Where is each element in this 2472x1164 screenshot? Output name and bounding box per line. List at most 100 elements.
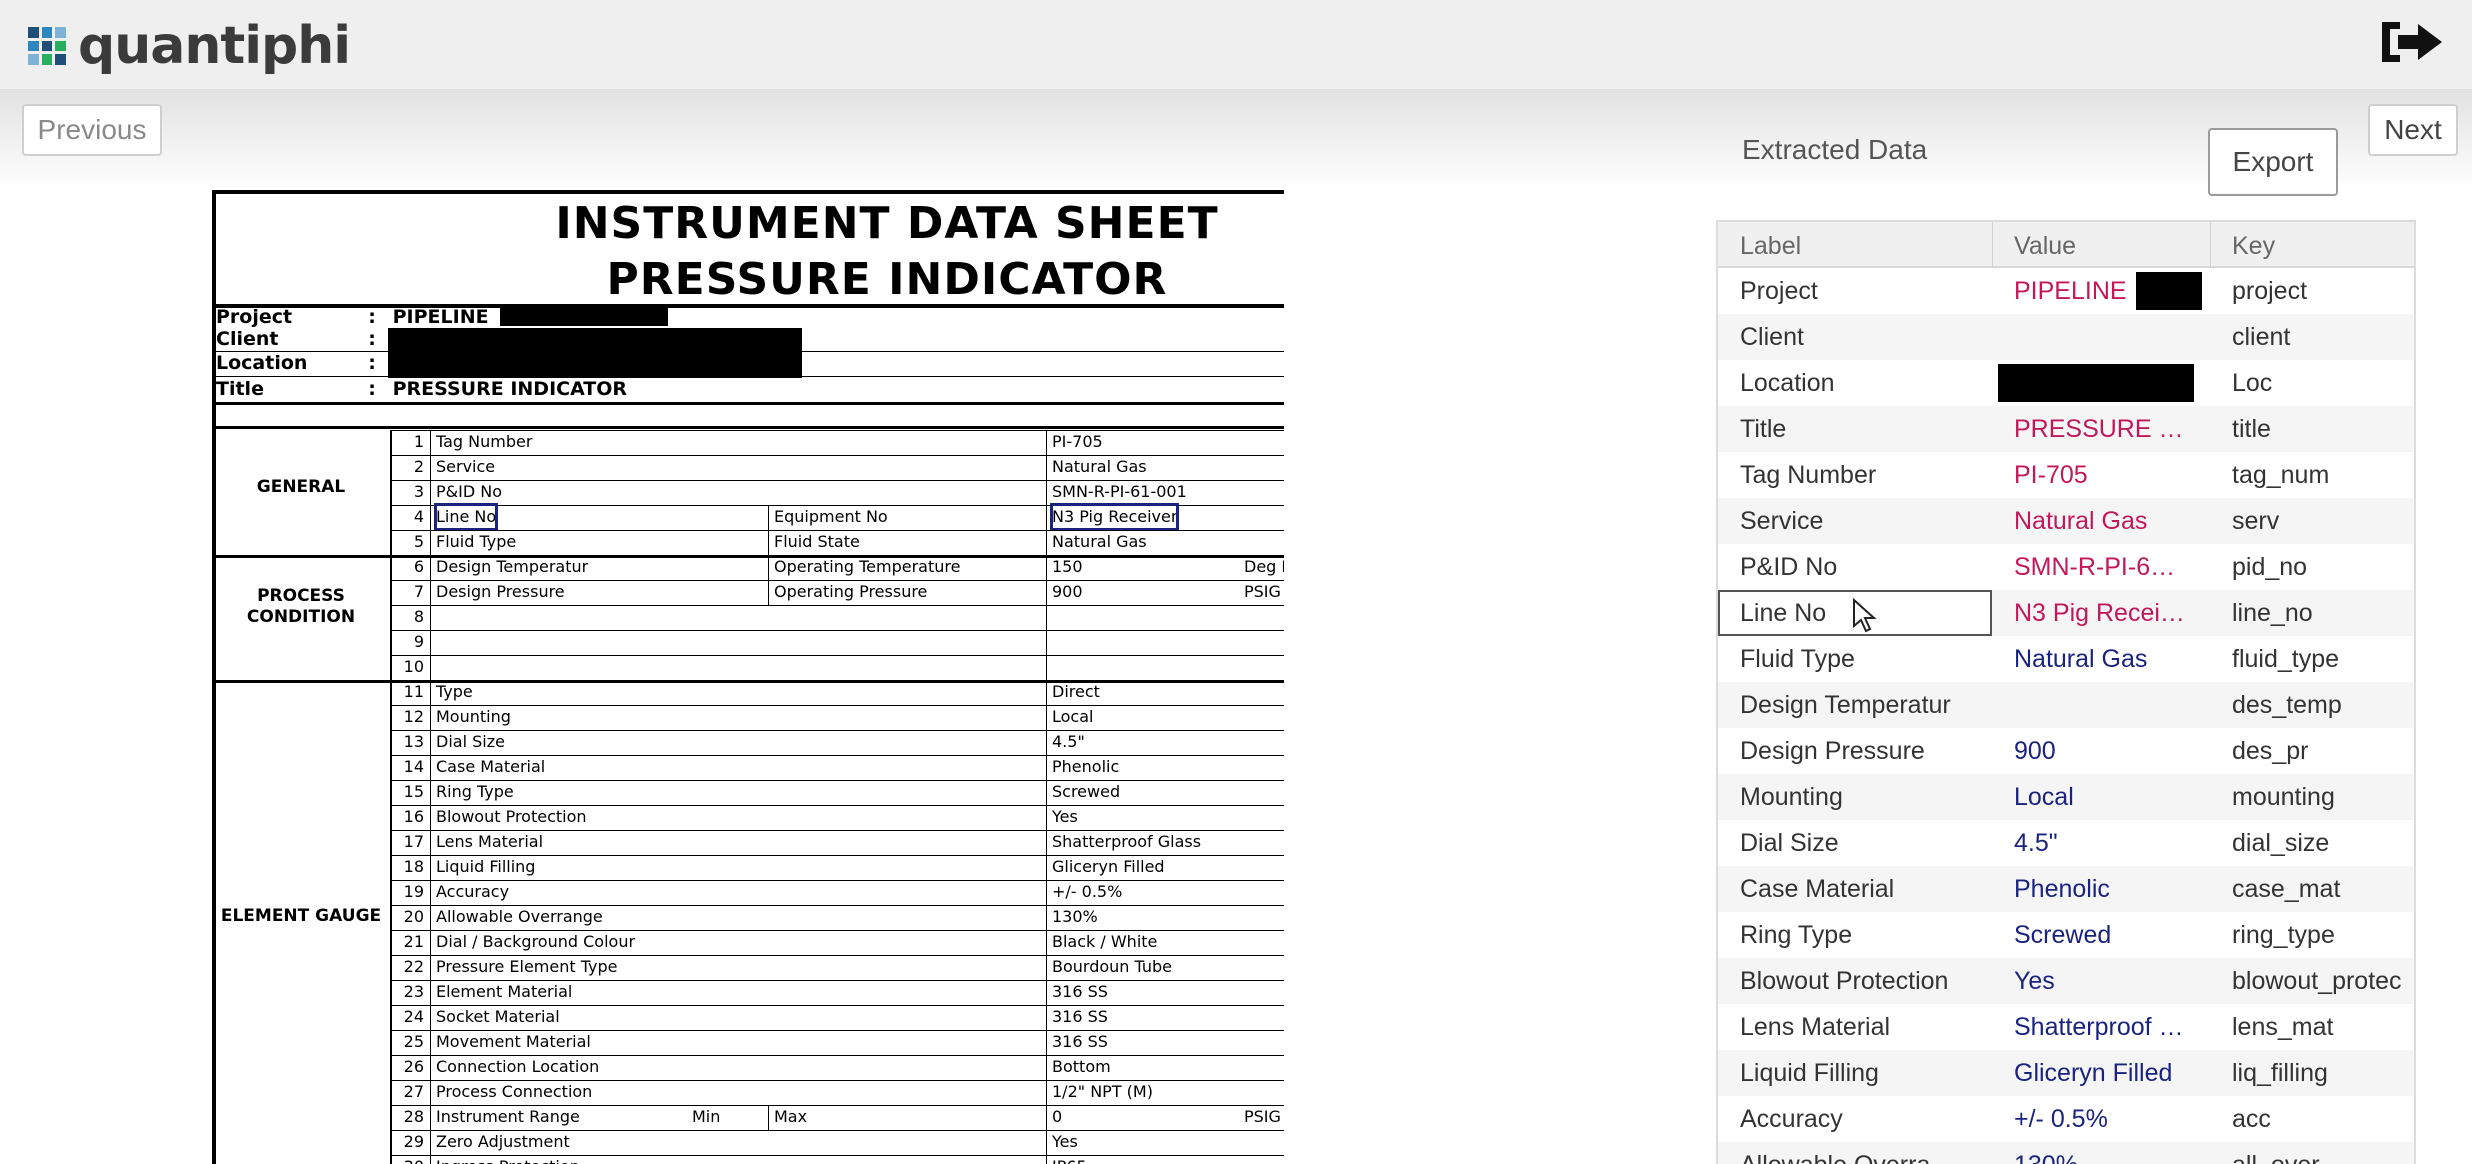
logout-icon[interactable]	[2380, 18, 2444, 66]
row-value[interactable]: 900	[2014, 737, 2200, 766]
row-label[interactable]: Accuracy	[1740, 1105, 1980, 1134]
table-row[interactable]: Design Temperatur des_temp	[1718, 682, 2414, 728]
table-row[interactable]: Fluid Type Natural Gas fluid_type	[1718, 636, 2414, 682]
row-label: Lens Material	[436, 832, 544, 851]
table-row[interactable]: Lens Material Shatterproof … lens_mat	[1718, 1004, 2414, 1050]
table-row[interactable]: Tag Number PI-705 tag_num	[1718, 452, 2414, 498]
row-value[interactable]: Shatterproof …	[2014, 1013, 2200, 1042]
row-key[interactable]: dial_size	[2232, 829, 2414, 858]
table-row[interactable]: Liquid Filling Gliceryn Filled liq_filling	[1718, 1050, 2414, 1096]
table-row-line	[390, 880, 1284, 881]
row-key[interactable]: ring_type	[2232, 921, 2414, 950]
column-header-key[interactable]: Key	[2232, 232, 2275, 261]
row-label[interactable]: Fluid Type	[1740, 645, 1980, 674]
row-key[interactable]: acc	[2232, 1105, 2414, 1134]
row-label[interactable]: Tag Number	[1740, 461, 1980, 490]
table-row-line	[390, 655, 1284, 656]
row-key[interactable]: all_over	[2232, 1151, 2414, 1164]
table-row[interactable]: Dial Size 4.5" dial_size	[1718, 820, 2414, 866]
table-row[interactable]: P&ID No SMN-R-PI-6… pid_no	[1718, 544, 2414, 590]
row-value: Bourdoun Tube	[1052, 957, 1172, 976]
table-row[interactable]: Ring Type Screwed ring_type	[1718, 912, 2414, 958]
row-value[interactable]: PRESSURE …	[2014, 415, 2200, 444]
row-label[interactable]: Case Material	[1740, 875, 1980, 904]
table-row[interactable]: Project PIPELINE project	[1718, 268, 2414, 314]
table-vline	[768, 1105, 769, 1130]
table-row[interactable]: Location Loc	[1718, 360, 2414, 406]
row-value[interactable]: Natural Gas	[2014, 507, 2200, 536]
table-row[interactable]: Mounting Local mounting	[1718, 774, 2414, 820]
row-label[interactable]: Service	[1740, 507, 1980, 536]
row-key[interactable]: tag_num	[2232, 461, 2414, 490]
row-label[interactable]: Blowout Protection	[1740, 967, 1980, 996]
row-label[interactable]: P&ID No	[1740, 553, 1980, 582]
row-value[interactable]: N3 Pig Recei…	[2014, 599, 2200, 628]
row-value[interactable]: Phenolic	[2014, 875, 2200, 904]
row-key[interactable]: mounting	[2232, 783, 2414, 812]
table-row[interactable]: Client client	[1718, 314, 2414, 360]
row-label: Element Material	[436, 982, 573, 1001]
row-label[interactable]: Mounting	[1740, 783, 1980, 812]
row-label[interactable]: Client	[1740, 323, 1980, 352]
row-value[interactable]: 130%	[2014, 1151, 2200, 1164]
row-key[interactable]: pid_no	[2232, 553, 2414, 582]
table-row[interactable]: Allowable Overra 130% all_over	[1718, 1142, 2414, 1164]
row-key[interactable]: line_no	[2232, 599, 2414, 628]
redaction-block	[500, 304, 668, 326]
export-button[interactable]: Export	[2208, 128, 2338, 196]
row-label[interactable]: Allowable Overra	[1740, 1151, 1980, 1164]
row-label[interactable]: Lens Material	[1740, 1013, 1980, 1042]
table-row[interactable]: Service Natural Gas serv	[1718, 498, 2414, 544]
row-key[interactable]: Loc	[2232, 369, 2414, 398]
row-label: Dial / Background Colour	[436, 932, 636, 951]
row-label[interactable]: Ring Type	[1740, 921, 1980, 950]
row-key[interactable]: title	[2232, 415, 2414, 444]
column-header-value[interactable]: Value	[2014, 232, 2076, 261]
row-value[interactable]: Local	[2014, 783, 2200, 812]
row-label: Service	[436, 457, 496, 476]
row-key[interactable]: serv	[2232, 507, 2414, 536]
previous-button[interactable]: Previous	[22, 104, 162, 156]
row-key[interactable]: blowout_protec	[2232, 967, 2414, 996]
row-value[interactable]: PI-705	[2014, 461, 2200, 490]
row-value[interactable]: Yes	[2014, 967, 2200, 996]
row-number: 23	[403, 982, 424, 1001]
row-key[interactable]: liq_filling	[2232, 1059, 2414, 1088]
row-key[interactable]: case_mat	[2232, 875, 2414, 904]
row-value[interactable]: 4.5"	[2014, 829, 2200, 858]
row-value[interactable]: Gliceryn Filled	[2014, 1059, 2200, 1088]
row-key[interactable]: client	[2232, 323, 2414, 352]
row-key[interactable]: fluid_type	[2232, 645, 2414, 674]
table-row[interactable]: Title PRESSURE … title	[1718, 406, 2414, 452]
row-label[interactable]: Liquid Filling	[1740, 1059, 1980, 1088]
table-row[interactable]: Case Material Phenolic case_mat	[1718, 866, 2414, 912]
row-value[interactable]: SMN-R-PI-6…	[2014, 553, 2200, 582]
row-value[interactable]: Natural Gas	[2014, 645, 2200, 674]
row-key[interactable]: lens_mat	[2232, 1013, 2414, 1042]
row-label: Mounting	[436, 707, 511, 726]
row-value[interactable]: +/- 0.5%	[2014, 1105, 2200, 1134]
row-key[interactable]: des_temp	[2232, 691, 2414, 720]
table-row-line	[390, 455, 1284, 456]
table-row[interactable]: Accuracy +/- 0.5% acc	[1718, 1096, 2414, 1142]
column-header-label[interactable]: Label	[1740, 232, 1801, 261]
row-label[interactable]: Title	[1740, 415, 1980, 444]
row-number: 13	[403, 732, 424, 751]
row-value: 316 SS	[1052, 1007, 1108, 1026]
row-label[interactable]: Location	[1740, 369, 1980, 398]
row-label[interactable]: Dial Size	[1740, 829, 1980, 858]
row-key[interactable]: project	[2232, 277, 2414, 306]
table-row-line	[390, 705, 1284, 706]
app-header: quantiphi	[0, 0, 2472, 90]
row-number: 6	[413, 557, 424, 576]
row-label[interactable]: Design Temperatur	[1740, 691, 1980, 720]
row-label[interactable]: Project	[1740, 277, 1980, 306]
row-number: 20	[403, 907, 424, 926]
table-row[interactable]: Blowout Protection Yes blowout_protec	[1718, 958, 2414, 1004]
row-label[interactable]: Design Pressure	[1740, 737, 1980, 766]
row-value[interactable]: Screwed	[2014, 921, 2200, 950]
next-button[interactable]: Next	[2368, 104, 2458, 156]
table-row[interactable]: Design Pressure 900 des_pr	[1718, 728, 2414, 774]
table-row[interactable]: Line No N3 Pig Recei… line_no	[1718, 590, 2414, 636]
row-key[interactable]: des_pr	[2232, 737, 2414, 766]
